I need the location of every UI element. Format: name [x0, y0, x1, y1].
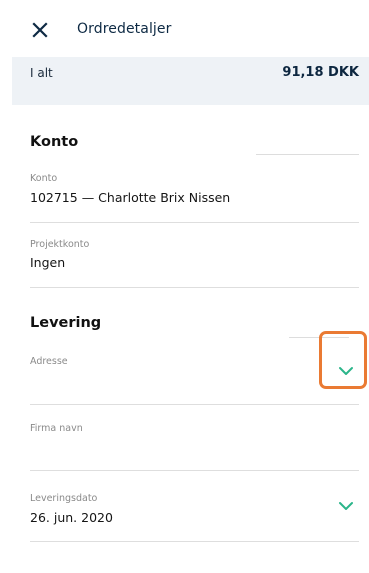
- project-account-label: Projektkonto: [30, 239, 90, 250]
- field-divider: [30, 404, 359, 405]
- total-label: I alt: [30, 66, 53, 80]
- close-button[interactable]: [30, 20, 50, 40]
- account-label: Konto: [30, 173, 58, 184]
- address-label: Adresse: [30, 356, 68, 367]
- address-dropdown-highlight: [319, 331, 367, 389]
- field-divider: [30, 470, 359, 471]
- account-value: 102715 — Charlotte Brix Nissen: [30, 190, 231, 205]
- chevron-down-icon[interactable]: [338, 501, 354, 511]
- field-divider: [30, 287, 359, 288]
- field-divider: [30, 222, 359, 223]
- close-icon: [32, 22, 48, 38]
- company-name-label: Firma navn: [30, 423, 83, 434]
- section-divider: [256, 154, 359, 155]
- account-field: Konto 102715 — Charlotte Brix Nissen: [30, 170, 359, 225]
- top-bar: Ordredetaljer: [0, 0, 369, 57]
- total-summary-bar: I alt 91,18 DKK: [12, 57, 369, 105]
- delivery-date-value: 26. jun. 2020: [30, 510, 113, 525]
- address-field[interactable]: Adresse: [30, 353, 359, 405]
- delivery-section-title: Levering: [30, 315, 102, 331]
- total-value: 91,18 DKK: [282, 65, 359, 80]
- delivery-date-field[interactable]: Leveringsdato 26. jun. 2020: [30, 490, 359, 542]
- account-section-title: Konto: [30, 134, 79, 150]
- page-title: Ordredetaljer: [77, 21, 172, 37]
- order-details-screen: Ordredetaljer I alt 91,18 DKK Konto Kont…: [0, 0, 369, 573]
- company-name-field[interactable]: Firma navn: [30, 420, 359, 472]
- project-account-field: Projektkonto Ingen: [30, 236, 359, 291]
- field-divider: [30, 541, 359, 542]
- project-account-value: Ingen: [30, 255, 66, 270]
- delivery-date-label: Leveringsdato: [30, 493, 98, 504]
